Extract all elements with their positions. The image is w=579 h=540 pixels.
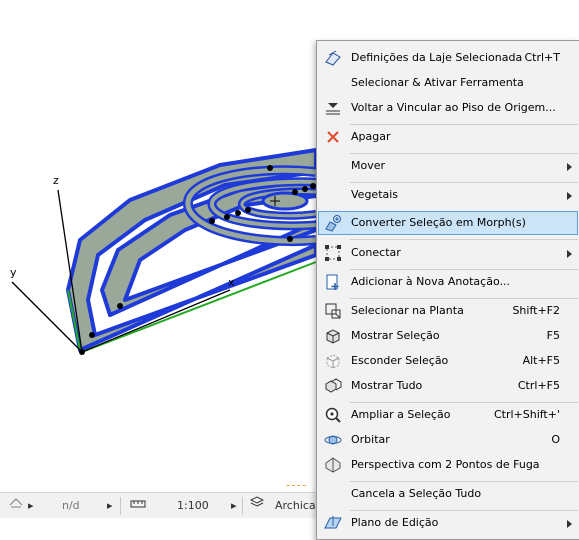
menu-item-two-point-perspective[interactable]: Perspectiva com 2 Pontos de Fuga	[318, 453, 578, 477]
edit-plane-icon	[324, 514, 342, 532]
menu-item-edit-plane[interactable]: Plano de Edição	[318, 511, 578, 535]
dropdown-arrow-icon[interactable]: ▸	[28, 493, 34, 519]
connect-icon	[324, 244, 342, 262]
menu-item-vegetation[interactable]: Vegetais	[318, 183, 578, 207]
hide-selection-icon	[324, 352, 342, 370]
dropdown-arrow-icon[interactable]: ▸	[107, 493, 113, 519]
show-selection-icon	[324, 327, 342, 345]
menu-item-add-annotation[interactable]: Adicionar à Nova Anotação...	[318, 270, 578, 294]
menu-item-convert-to-morph[interactable]: Converter Seleção em Morph(s)	[318, 211, 578, 235]
dropdown-arrow-icon[interactable]: ▸	[231, 493, 237, 519]
menu-item-relink-floor[interactable]: Voltar a Vincular ao Piso de Origem...	[318, 96, 578, 120]
slab-model[interactable]	[66, 148, 318, 355]
context-menu: Definições da Laje Selecionada Ctrl+T Se…	[316, 40, 579, 540]
axis-label-x: x	[228, 276, 235, 289]
menu-item-show-selection[interactable]: Mostrar Seleção F5	[318, 324, 578, 348]
submenu-arrow-icon	[567, 163, 572, 171]
slab-spiral-core	[261, 191, 309, 211]
layer-value: n/d	[62, 499, 80, 512]
menu-item-select-activate-tool[interactable]: Selecionar & Ativar Ferramenta	[318, 71, 578, 95]
ruler-icon[interactable]	[130, 493, 146, 519]
submenu-arrow-icon	[567, 520, 572, 528]
status-bar: ▸ n/d ▸ 1:100 ▸ Archicad	[0, 492, 330, 519]
menu-item-zoom-selection[interactable]: Ampliar a Seleção Ctrl+Shift+'	[318, 403, 578, 427]
menu-item-select-in-plan[interactable]: Selecionar na Planta Shift+F2	[318, 299, 578, 323]
zoom-selection-icon	[324, 406, 342, 424]
bottom-strip	[0, 518, 330, 540]
menu-item-delete[interactable]: Apagar	[318, 125, 578, 149]
menu-item-slab-settings[interactable]: Definições da Laje Selecionada Ctrl+T	[318, 46, 578, 70]
axis-label-y: y	[10, 266, 17, 279]
dash-indicator: ----	[286, 478, 308, 492]
convert-morph-icon	[324, 214, 342, 232]
slab-settings-icon	[324, 49, 342, 67]
add-annotation-icon	[324, 273, 342, 291]
menu-item-move[interactable]: Mover	[318, 154, 578, 178]
show-all-icon	[324, 377, 342, 395]
orbit-icon	[324, 431, 342, 449]
menu-item-connect[interactable]: Conectar	[318, 241, 578, 265]
delete-icon	[324, 128, 342, 146]
menu-item-show-all[interactable]: Mostrar Tudo Ctrl+F5	[318, 374, 578, 398]
submenu-arrow-icon	[567, 192, 572, 200]
menu-item-deselect-all[interactable]: Cancela a Seleção Tudo	[318, 482, 578, 506]
menu-item-hide-selection[interactable]: Esconder Seleção Alt+F5	[318, 349, 578, 373]
relink-floor-icon	[324, 99, 342, 117]
layer-icon[interactable]	[8, 493, 24, 519]
two-point-perspective-icon	[324, 456, 342, 474]
menu-item-orbit[interactable]: Orbitar O	[318, 428, 578, 452]
submenu-arrow-icon	[567, 250, 572, 258]
scale-value[interactable]: 1:100	[177, 493, 209, 519]
axis-label-z: z	[53, 174, 59, 187]
select-in-plan-icon	[324, 302, 342, 320]
layers-stack-icon[interactable]	[249, 493, 265, 519]
